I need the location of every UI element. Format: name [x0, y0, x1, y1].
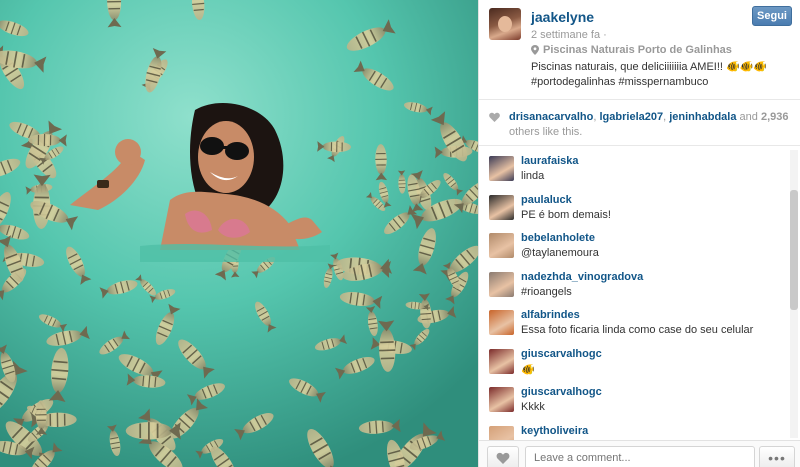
post-location[interactable]: Piscinas Naturais Porto de Galinhas [531, 44, 732, 56]
comment-footer: ••• [479, 440, 800, 467]
scrollbar-thumb[interactable] [790, 190, 798, 310]
photo-scene [0, 0, 478, 467]
liker-link[interactable]: lgabriela207 [600, 111, 664, 123]
avatar[interactable] [489, 348, 514, 374]
comment-item: giuscarvalhogc Kkkk [479, 378, 800, 417]
comment-text: 🐠 [521, 363, 535, 376]
avatar[interactable] [489, 156, 514, 181]
follow-button[interactable]: Segui [752, 6, 792, 26]
likes-suffix: others like this. [509, 126, 583, 138]
comment-item: paulaluck PE é bom demais! [479, 186, 800, 225]
comment-input[interactable] [525, 446, 755, 467]
more-options-button[interactable]: ••• [759, 446, 795, 467]
location-label: Piscinas Naturais Porto de Galinhas [543, 44, 732, 56]
heart-icon [496, 452, 510, 464]
comment-username[interactable]: paulaluck [521, 194, 572, 206]
comment-text: Kkkk [521, 401, 545, 413]
post-header: jaakelyne Segui 2 settimane fa · Piscina… [479, 0, 800, 100]
comments-scrollbar[interactable] [790, 150, 798, 438]
comment-username[interactable]: keytholiveira [521, 425, 588, 437]
avatar[interactable] [489, 194, 514, 220]
comment-text: linda [521, 170, 545, 182]
author-username[interactable]: jaakelyne [531, 9, 594, 25]
comment-username[interactable]: bebelanholete [521, 232, 595, 244]
comment-list: laurafaiska linda paulaluck PE é bom demais… [479, 147, 800, 440]
comment-item: bebelanholete @taylanemoura [479, 224, 800, 263]
comment-text: PE é bom demais! [521, 208, 611, 221]
avatar[interactable] [489, 425, 514, 440]
comment-username[interactable]: giuscarvalhogc [521, 386, 602, 398]
liker-link[interactable]: jeninhabdala [669, 111, 736, 123]
comment-text: Essa foto ficaria linda como case do seu… [521, 324, 754, 336]
location-pin-icon [531, 45, 539, 55]
comment-item: keytholiveiraHahahahaha eh a guemos pra … [479, 417, 800, 440]
liker-link[interactable]: drisanacarvalho [509, 111, 593, 123]
avatar[interactable] [489, 387, 514, 412]
avatar[interactable] [489, 310, 514, 335]
comment-username[interactable]: nadezhda_vinogradova [521, 271, 643, 283]
comment-item: laurafaiska linda [479, 147, 800, 186]
likes-row: drisanacarvalho, lgabriela207, jeninhabd… [479, 100, 800, 146]
comment-item: nadezhda_vinogradova #rioangels [479, 263, 800, 302]
post-time[interactable]: 2 settimane fa · [531, 29, 607, 41]
comment-username[interactable]: giuscarvalhogc [521, 348, 602, 360]
like-button[interactable] [487, 446, 519, 467]
likes-and: and [739, 111, 758, 123]
post-photo[interactable] [0, 0, 478, 467]
avatar[interactable] [489, 233, 514, 258]
comment-item: alfabrindes Essa foto ficaria linda como … [479, 301, 800, 340]
comment-item: giuscarvalhogc 🐠 [479, 340, 800, 379]
avatar[interactable] [489, 8, 521, 40]
comment-text: #rioangels [521, 285, 572, 298]
post-caption: Piscinas naturais, que deliciiiiiiia AME… [531, 61, 768, 88]
post-side-panel: jaakelyne Segui 2 settimane fa · Piscina… [478, 0, 800, 467]
avatar[interactable] [489, 271, 514, 297]
comment-username[interactable]: alfabrindes [521, 309, 580, 321]
comment-text: @taylanemoura [521, 247, 599, 259]
likes-count[interactable]: 2,936 [761, 111, 789, 123]
heart-icon [489, 112, 500, 122]
comment-username[interactable]: laurafaiska [521, 155, 578, 167]
